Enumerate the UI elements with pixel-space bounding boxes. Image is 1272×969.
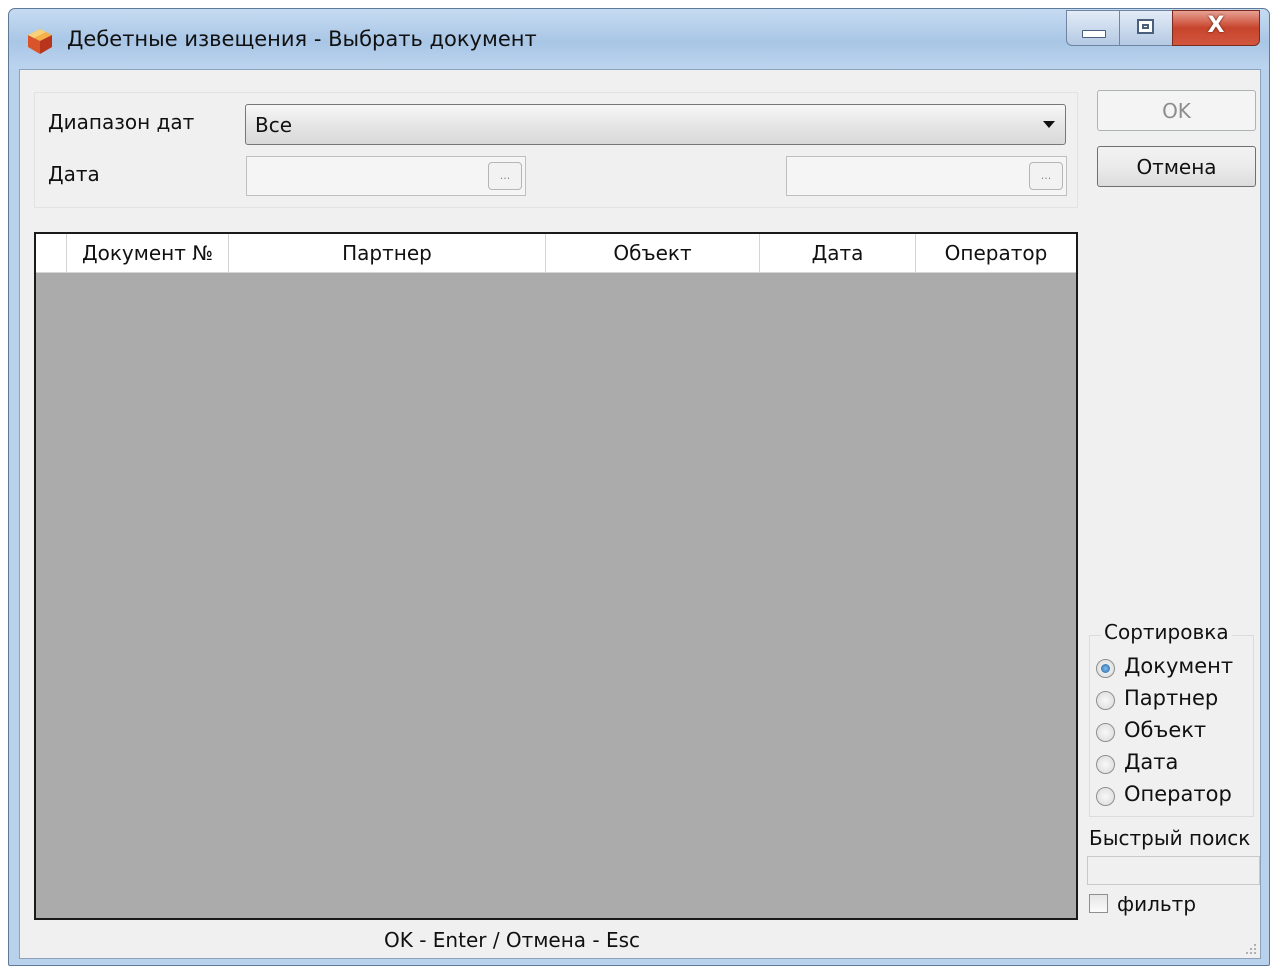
date-to-browse-button[interactable]: ... <box>1029 162 1063 190</box>
maximize-icon <box>1137 19 1154 34</box>
column-header-document-no[interactable]: Документ № <box>67 234 229 272</box>
sort-option-label: Партнер <box>1124 686 1219 710</box>
column-header-date[interactable]: Дата <box>760 234 916 272</box>
minimize-icon <box>1082 30 1106 38</box>
keyboard-hint: OK - Enter / Отмена - Esc <box>384 928 641 952</box>
window-title: Дебетные извещения - Выбрать документ <box>67 27 537 51</box>
radio-button[interactable] <box>1096 755 1115 774</box>
row-selector-header <box>36 234 67 272</box>
quick-search-input[interactable] <box>1087 856 1260 885</box>
table-header: Документ № Партнер Объект Дата Оператор <box>36 234 1076 273</box>
close-icon: X <box>1207 13 1225 38</box>
sort-option-label: Документ <box>1124 654 1234 678</box>
radio-button[interactable] <box>1096 659 1115 678</box>
dropdown-arrow-icon <box>1043 121 1055 128</box>
column-header-partner[interactable]: Партнер <box>229 234 546 272</box>
dialog-window: Дебетные извещения - Выбрать документ X … <box>8 8 1270 966</box>
close-button[interactable]: X <box>1172 10 1260 46</box>
sort-option-label: Объект <box>1124 718 1207 742</box>
radio-button[interactable] <box>1096 787 1115 806</box>
date-range-select[interactable]: Все <box>245 104 1066 145</box>
radio-button[interactable] <box>1096 723 1115 742</box>
column-header-operator[interactable]: Оператор <box>916 234 1076 272</box>
date-range-value: Все <box>255 113 293 137</box>
sort-group-legend: Сортировка <box>1101 620 1232 644</box>
date-from-browse-button[interactable]: ... <box>488 162 522 190</box>
cancel-button[interactable]: Отмена <box>1097 146 1256 187</box>
sort-option-label: Дата <box>1124 750 1179 774</box>
resize-grip-icon[interactable] <box>1245 943 1257 955</box>
date-from-field[interactable]: ... <box>246 156 526 196</box>
app-box-icon <box>28 29 52 54</box>
radio-button[interactable] <box>1096 691 1115 710</box>
dialog-client-area: Диапазон дат Все Дата ... ... OK Отмена … <box>19 69 1261 959</box>
title-bar[interactable]: Дебетные извещения - Выбрать документ X <box>9 9 1269 69</box>
date-label: Дата <box>48 162 100 186</box>
date-to-field[interactable]: ... <box>786 156 1067 196</box>
minimize-button[interactable] <box>1066 10 1120 46</box>
filter-checkbox[interactable] <box>1089 894 1108 913</box>
documents-table[interactable]: Документ № Партнер Объект Дата Оператор <box>34 232 1078 920</box>
sort-option-label: Оператор <box>1124 782 1232 806</box>
quick-search-label: Быстрый поиск <box>1089 826 1251 850</box>
ok-button[interactable]: OK <box>1097 90 1256 131</box>
date-range-label: Диапазон дат <box>48 110 195 134</box>
column-header-object[interactable]: Объект <box>546 234 760 272</box>
filter-checkbox-label: фильтр <box>1117 892 1197 916</box>
maximize-button[interactable] <box>1119 10 1173 46</box>
